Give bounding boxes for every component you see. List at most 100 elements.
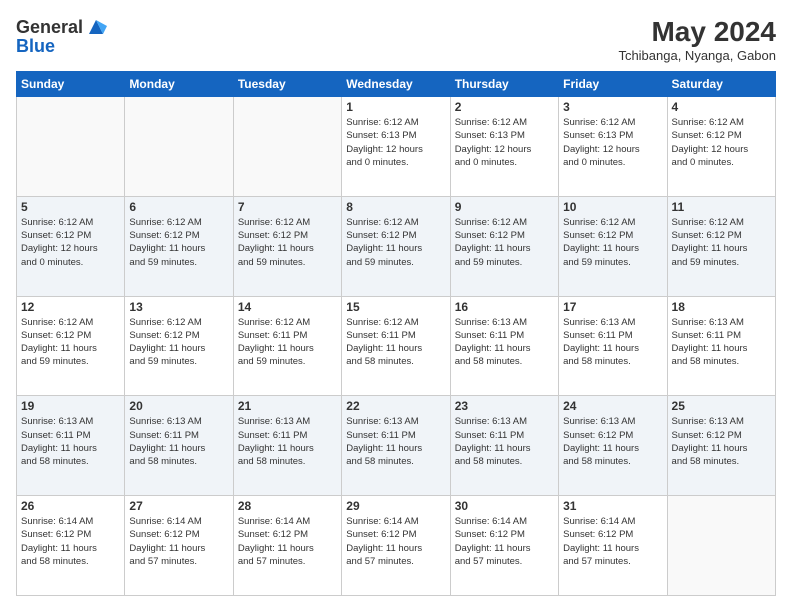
day-info: Sunrise: 6:14 AMSunset: 6:12 PMDaylight:… [21,515,120,568]
header-wednesday: Wednesday [342,72,450,97]
day-number: 19 [21,399,120,413]
day-info: Sunrise: 6:14 AMSunset: 6:12 PMDaylight:… [563,515,662,568]
header: General Blue May 2024 Tchibanga, Nyanga,… [16,16,776,63]
day-info: Sunrise: 6:12 AMSunset: 6:12 PMDaylight:… [129,316,228,369]
day-info: Sunrise: 6:14 AMSunset: 6:12 PMDaylight:… [238,515,337,568]
day-info: Sunrise: 6:14 AMSunset: 6:12 PMDaylight:… [346,515,445,568]
calendar-cell: 14 Sunrise: 6:12 AMSunset: 6:11 PMDayligh… [233,296,341,396]
day-number: 1 [346,100,445,114]
month-year: May 2024 [618,16,776,48]
day-number: 16 [455,300,554,314]
calendar-cell: 24Sunrise: 6:13 AMSunset: 6:12 PMDayligh… [559,396,667,496]
day-info: Sunrise: 6:12 AMSunset: 6:13 PMDaylight:… [346,116,445,169]
day-info: Sunrise: 6:12 AMSunset: 6:12 PMDaylight:… [21,316,120,369]
day-info: Sunrise: 6:13 AMSunset: 6:11 PMDaylight:… [563,316,662,369]
calendar-cell: 25 Sunrise: 6:13 AMSunset: 6:12 PMDayligh… [667,396,775,496]
day-number: 7 [238,200,337,214]
day-info: Sunrise: 6:13 AMSunset: 6:12 PMDaylight:… [672,415,771,468]
day-number: 3 [563,100,662,114]
logo: General Blue [16,16,107,57]
calendar-cell: 5Sunrise: 6:12 AMSunset: 6:12 PMDaylight… [17,196,125,296]
day-info: Sunrise: 6:13 AMSunset: 6:11 PMDaylight:… [21,415,120,468]
header-tuesday: Tuesday [233,72,341,97]
calendar-cell [667,496,775,596]
day-number: 8 [346,200,445,214]
logo-general-text: General [16,17,83,38]
day-number: 29 [346,499,445,513]
day-number: 27 [129,499,228,513]
header-sunday: Sunday [17,72,125,97]
calendar-cell: 1 Sunrise: 6:12 AMSunset: 6:13 PMDaylight… [342,97,450,197]
day-number: 26 [21,499,120,513]
calendar-cell: 17 Sunrise: 6:13 AMSunset: 6:11 PMDayligh… [559,296,667,396]
day-info: Sunrise: 6:12 AMSunset: 6:11 PMDaylight:… [346,316,445,369]
day-info: Sunrise: 6:14 AMSunset: 6:12 PMDaylight:… [129,515,228,568]
day-info: Sunrise: 6:12 AMSunset: 6:12 PMDaylight:… [455,216,554,269]
calendar-cell: 30 Sunrise: 6:14 AMSunset: 6:12 PMDayligh… [450,496,558,596]
calendar-cell: 27 Sunrise: 6:14 AMSunset: 6:12 PMDayligh… [125,496,233,596]
calendar-week-row: 5Sunrise: 6:12 AMSunset: 6:12 PMDaylight… [17,196,776,296]
calendar-header-row: Sunday Monday Tuesday Wednesday Thursday… [17,72,776,97]
day-number: 15 [346,300,445,314]
calendar-week-row: 26 Sunrise: 6:14 AMSunset: 6:12 PMDayligh… [17,496,776,596]
day-number: 18 [672,300,771,314]
calendar-cell: 20Sunrise: 6:13 AMSunset: 6:11 PMDayligh… [125,396,233,496]
calendar-cell: 8Sunrise: 6:12 AMSunset: 6:12 PMDaylight… [342,196,450,296]
day-info: Sunrise: 6:13 AMSunset: 6:11 PMDaylight:… [346,415,445,468]
calendar-cell: 15 Sunrise: 6:12 AMSunset: 6:11 PMDayligh… [342,296,450,396]
calendar-cell: 4Sunrise: 6:12 AMSunset: 6:12 PMDaylight… [667,97,775,197]
day-number: 12 [21,300,120,314]
day-info: Sunrise: 6:13 AMSunset: 6:11 PMDaylight:… [672,316,771,369]
calendar-cell: 6Sunrise: 6:12 AMSunset: 6:12 PMDaylight… [125,196,233,296]
day-number: 20 [129,399,228,413]
day-info: Sunrise: 6:13 AMSunset: 6:11 PMDaylight:… [455,316,554,369]
calendar-cell [17,97,125,197]
calendar-cell: 3 Sunrise: 6:12 AMSunset: 6:13 PMDaylight… [559,97,667,197]
day-number: 21 [238,399,337,413]
day-number: 24 [563,399,662,413]
day-info: Sunrise: 6:12 AMSunset: 6:11 PMDaylight:… [238,316,337,369]
day-info: Sunrise: 6:12 AMSunset: 6:12 PMDaylight:… [238,216,337,269]
header-friday: Friday [559,72,667,97]
calendar-cell: 13 Sunrise: 6:12 AMSunset: 6:12 PMDayligh… [125,296,233,396]
day-info: Sunrise: 6:13 AMSunset: 6:11 PMDaylight:… [455,415,554,468]
day-number: 22 [346,399,445,413]
calendar-cell: 18 Sunrise: 6:13 AMSunset: 6:11 PMDayligh… [667,296,775,396]
header-monday: Monday [125,72,233,97]
calendar-cell: 9Sunrise: 6:12 AMSunset: 6:12 PMDaylight… [450,196,558,296]
calendar-cell: 31 Sunrise: 6:14 AMSunset: 6:12 PMDayligh… [559,496,667,596]
calendar-week-row: 1 Sunrise: 6:12 AMSunset: 6:13 PMDaylight… [17,97,776,197]
header-saturday: Saturday [667,72,775,97]
day-number: 30 [455,499,554,513]
day-number: 31 [563,499,662,513]
title-block: May 2024 Tchibanga, Nyanga, Gabon [618,16,776,63]
calendar-cell: 2Sunrise: 6:12 AMSunset: 6:13 PMDaylight… [450,97,558,197]
day-info: Sunrise: 6:12 AMSunset: 6:12 PMDaylight:… [672,216,771,269]
day-info: Sunrise: 6:12 AMSunset: 6:12 PMDaylight:… [129,216,228,269]
calendar-cell: 12 Sunrise: 6:12 AMSunset: 6:12 PMDayligh… [17,296,125,396]
calendar-cell: 22 Sunrise: 6:13 AMSunset: 6:11 PMDayligh… [342,396,450,496]
day-number: 25 [672,399,771,413]
day-info: Sunrise: 6:12 AMSunset: 6:12 PMDaylight:… [21,216,120,269]
day-number: 13 [129,300,228,314]
day-number: 23 [455,399,554,413]
day-info: Sunrise: 6:13 AMSunset: 6:11 PMDaylight:… [238,415,337,468]
calendar-cell: 28Sunrise: 6:14 AMSunset: 6:12 PMDayligh… [233,496,341,596]
day-info: Sunrise: 6:12 AMSunset: 6:13 PMDaylight:… [563,116,662,169]
calendar-week-row: 19 Sunrise: 6:13 AMSunset: 6:11 PMDayligh… [17,396,776,496]
calendar-cell: 16 Sunrise: 6:13 AMSunset: 6:11 PMDayligh… [450,296,558,396]
day-number: 11 [672,200,771,214]
calendar-cell: 26 Sunrise: 6:14 AMSunset: 6:12 PMDayligh… [17,496,125,596]
calendar-table: Sunday Monday Tuesday Wednesday Thursday… [16,71,776,596]
calendar-cell: 23 Sunrise: 6:13 AMSunset: 6:11 PMDayligh… [450,396,558,496]
calendar-week-row: 12 Sunrise: 6:12 AMSunset: 6:12 PMDayligh… [17,296,776,396]
calendar-cell: 7 Sunrise: 6:12 AMSunset: 6:12 PMDaylight… [233,196,341,296]
day-info: Sunrise: 6:12 AMSunset: 6:12 PMDaylight:… [563,216,662,269]
calendar-cell: 19 Sunrise: 6:13 AMSunset: 6:11 PMDayligh… [17,396,125,496]
day-info: Sunrise: 6:14 AMSunset: 6:12 PMDaylight:… [455,515,554,568]
page: General Blue May 2024 Tchibanga, Nyanga,… [0,0,792,612]
logo-icon [85,16,107,38]
day-number: 17 [563,300,662,314]
header-thursday: Thursday [450,72,558,97]
day-number: 14 [238,300,337,314]
